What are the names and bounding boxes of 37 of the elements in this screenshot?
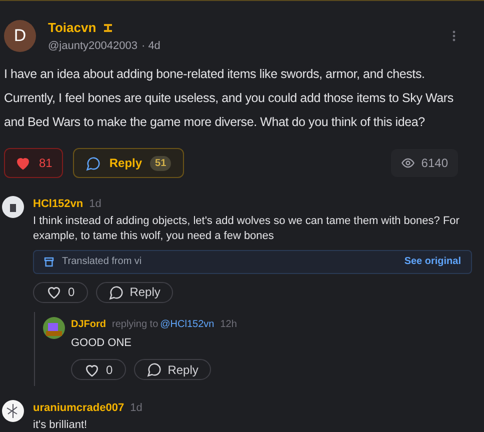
post-body: I have an idea about adding bone-related items like swords, armor, and chests. Currently, I feel bones are quite useless, and you could add those items to Sky Wars and Bed Wars to make the game more diverse. What do you think of this idea? (4, 66, 454, 131)
eye-icon (401, 156, 416, 170)
replying-to-label: replying to (112, 318, 158, 332)
author-name[interactable]: Toiacvn (48, 18, 96, 38)
commenter-name[interactable]: HCl152vn (33, 196, 84, 212)
speech-bubble-icon (108, 284, 124, 300)
like-button[interactable]: 81 (4, 148, 64, 178)
comment-text: I think instead of adding objects, let's add wolves so we can tame them with bones? For example, to tame this wolf, you need a few bones (33, 214, 460, 244)
commenter-name[interactable]: DJFord (71, 316, 106, 332)
comment-time: 1d (89, 197, 102, 212)
post-time: · 4d (141, 38, 160, 54)
comment-time: 12h (220, 318, 237, 332)
comment-text: it's brilliant! (33, 418, 88, 432)
author-avatar[interactable]: D (4, 20, 36, 52)
reply-button[interactable]: Reply (96, 282, 174, 302)
user-avatar[interactable] (2, 196, 24, 218)
view-count: 6140 (391, 149, 458, 177)
heart-icon (46, 284, 62, 300)
archive-icon (44, 256, 54, 266)
translation-label: Translated from vi (62, 255, 142, 269)
more-options-icon[interactable] (452, 30, 456, 42)
commenter-name[interactable]: uraniumcrade007 (33, 400, 124, 416)
reply-count: 51 (150, 156, 172, 170)
reply-button[interactable]: Reply 51 (73, 148, 184, 178)
speech-bubble-icon (146, 362, 162, 377)
badge-icon (104, 24, 112, 32)
like-button[interactable]: 0 (71, 359, 126, 380)
see-original-link[interactable]: See original (404, 254, 461, 269)
like-button[interactable]: 0 (33, 282, 88, 302)
author-handle: @jaunty20042003 (48, 38, 138, 54)
comment-text: GOOD ONE (71, 336, 133, 350)
user-avatar[interactable] (2, 400, 24, 422)
comment-time: 1d (130, 401, 142, 416)
heart-icon (15, 155, 31, 171)
speech-bubble-icon (86, 156, 102, 170)
reply-button[interactable]: Reply (134, 359, 212, 380)
mention-link[interactable]: @HCl152vn (160, 316, 214, 332)
